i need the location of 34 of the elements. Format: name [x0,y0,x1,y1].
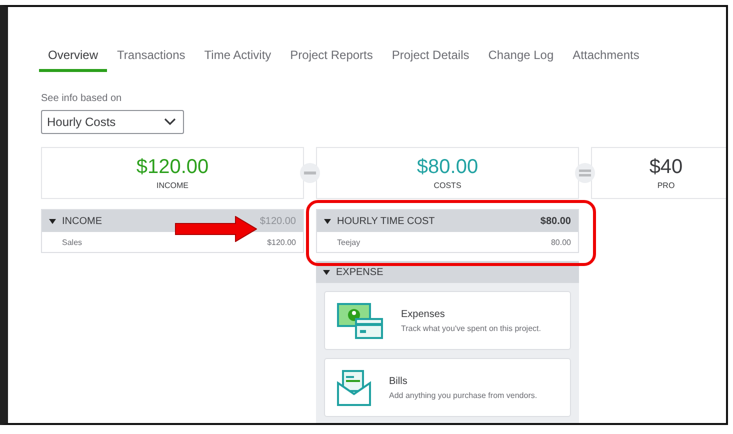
summary-caption: PRO [657,181,675,190]
view-dropdown[interactable]: Hourly Costs [41,110,184,134]
row-name: Sales [62,238,82,246]
expense-card[interactable]: Bills Add anything you purchase from vendors. [324,358,571,417]
card-description: Add anything you purchase from vendors. [389,390,538,400]
chevron-down-icon [164,118,176,126]
tab[interactable]: Attachments [564,45,648,72]
summary-amount: $120.00 [136,156,209,178]
tab[interactable]: Transactions [108,45,194,72]
card-title: Expenses [401,308,446,320]
money-icon [337,302,383,338]
envelope-icon [337,370,371,406]
summary-caption: COSTS [434,181,462,190]
tab[interactable]: Time Activity [195,45,280,72]
expense-card[interactable]: Expenses Track what you've spent on this project. [324,291,571,350]
row-amount: 80.00 [550,238,571,246]
summary-amount: $80.00 [416,156,478,178]
row-amount: $120.00 [267,238,296,246]
summary-amount: $40 [649,156,683,178]
field-label: See info based on [41,93,123,104]
section-total: $120.00 [260,216,296,226]
section-header[interactable]: HOURLY TIME COST $80.00 [317,210,578,232]
card-description: Track what you've spent on this project. [401,324,541,332]
tab[interactable]: Change Log [479,45,563,72]
card-title: Bills [389,376,408,386]
tab[interactable]: Project Reports [281,45,382,72]
section-title: INCOME [62,216,103,226]
tab[interactable]: Overview [39,45,108,72]
tab[interactable]: Project Details [382,45,478,72]
row-name: Teejay [337,238,360,246]
section-title: EXPENSE [336,266,384,278]
section-total: $80.00 [540,216,571,226]
section-title: HOURLY TIME COST [337,216,436,226]
summary-caption: INCOME [156,181,188,190]
